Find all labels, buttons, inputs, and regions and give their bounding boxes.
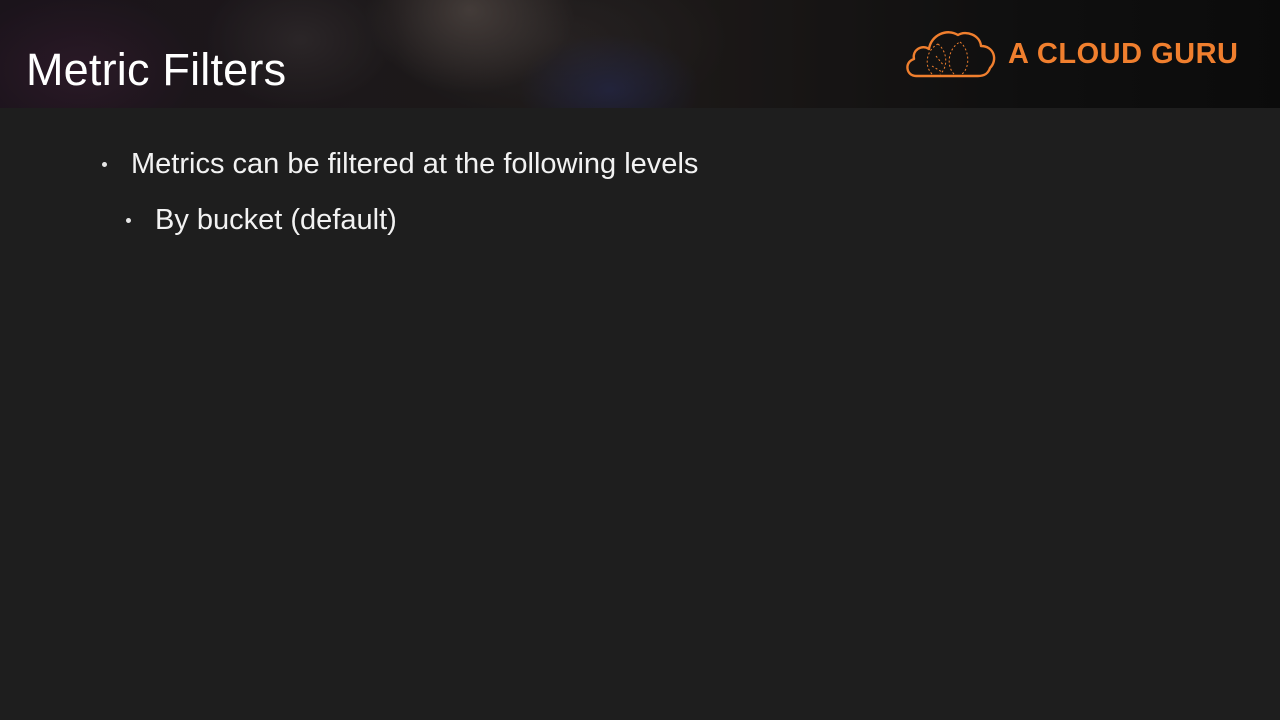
sub-bullet-item: By bucket (default) bbox=[126, 202, 397, 238]
bullet-dot-icon bbox=[102, 161, 107, 167]
bullet-text: By bucket (default) bbox=[155, 203, 397, 236]
bullet-dot-icon bbox=[126, 217, 131, 223]
slide: Metric Filters A CLOUD GURU Metrics can … bbox=[0, 0, 1280, 720]
bullet-text: Metrics can be filtered at the following… bbox=[131, 147, 699, 180]
bullet-item: Metrics can be filtered at the following… bbox=[102, 146, 698, 182]
bullet-list: Metrics can be filtered at the following… bbox=[0, 0, 1280, 720]
